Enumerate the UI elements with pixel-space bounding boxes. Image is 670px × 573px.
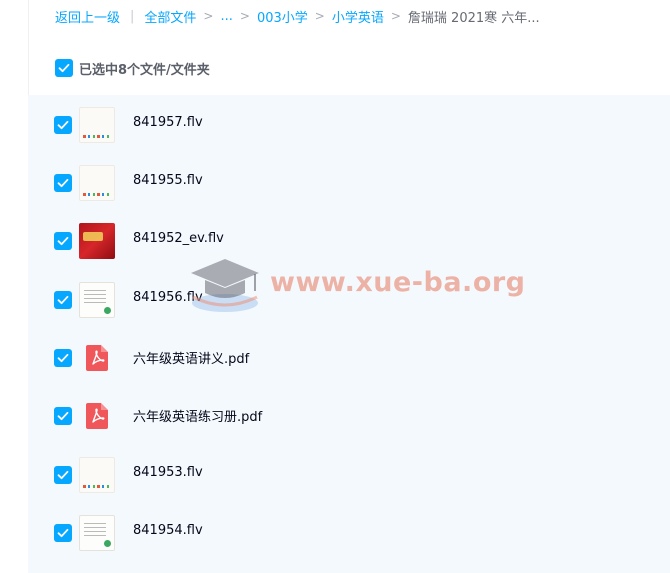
chevron-right-icon: >: [203, 9, 214, 23]
file-checkbox[interactable]: [54, 524, 72, 542]
file-row[interactable]: 841954.flv: [28, 504, 670, 562]
chevron-right-icon: >: [314, 9, 325, 23]
left-rail: [0, 0, 29, 573]
check-icon: [57, 528, 69, 538]
video-thumbnail[interactable]: [79, 223, 115, 259]
check-icon: [57, 236, 69, 246]
breadcrumb: 返回上一级 | 全部文件 > ... > 003小学 > 小学英语 > 詹瑞瑞 …: [55, 0, 540, 32]
file-row[interactable]: 841953.flv: [28, 446, 670, 504]
file-row[interactable]: 841955.flv: [28, 154, 670, 212]
video-thumbnail[interactable]: [79, 282, 115, 318]
file-name[interactable]: 841957.flv: [133, 115, 203, 130]
chevron-right-icon: >: [239, 9, 250, 23]
file-checkbox[interactable]: [54, 232, 72, 250]
file-list: 841957.flv 841955.flv 841952_ev.flv 841956.…: [28, 95, 670, 573]
file-row[interactable]: 841952_ev.flv: [28, 212, 670, 270]
selection-count-label: 已选中8个文件/文件夹: [79, 62, 210, 78]
file-checkbox[interactable]: [54, 291, 72, 309]
file-checkbox[interactable]: [54, 349, 72, 367]
file-name[interactable]: 六年级英语讲义.pdf: [133, 348, 249, 367]
check-icon: [57, 295, 69, 305]
selection-header: 已选中8个文件/文件夹: [55, 58, 210, 78]
file-checkbox[interactable]: [54, 407, 72, 425]
file-row[interactable]: 六年级英语练习册.pdf: [28, 387, 670, 445]
video-thumbnail[interactable]: [79, 107, 115, 143]
check-icon: [57, 470, 69, 480]
breadcrumb-ellipsis[interactable]: ...: [220, 9, 232, 24]
file-checkbox[interactable]: [54, 174, 72, 192]
file-row[interactable]: 六年级英语讲义.pdf: [28, 329, 670, 387]
file-name[interactable]: 841953.flv: [133, 465, 203, 480]
file-name[interactable]: 841955.flv: [133, 173, 203, 188]
check-icon: [57, 353, 69, 363]
video-thumbnail[interactable]: [79, 515, 115, 551]
file-name[interactable]: 六年级英语练习册.pdf: [133, 406, 262, 425]
video-thumbnail[interactable]: [79, 165, 115, 201]
breadcrumb-folder-003[interactable]: 003小学: [257, 7, 308, 26]
chevron-right-icon: >: [390, 9, 401, 23]
file-name[interactable]: 841954.flv: [133, 523, 203, 538]
check-icon: [57, 411, 69, 421]
breadcrumb-current: 詹瑞瑞 2021寒 六年...: [407, 10, 540, 26]
check-icon: [58, 63, 70, 73]
back-link[interactable]: 返回上一级: [55, 7, 120, 26]
breadcrumb-folder-english[interactable]: 小学英语: [332, 7, 384, 26]
file-name[interactable]: 841952_ev.flv: [133, 231, 224, 246]
breadcrumb-all-files[interactable]: 全部文件: [144, 7, 196, 26]
file-checkbox[interactable]: [54, 116, 72, 134]
select-all-checkbox[interactable]: [55, 59, 73, 77]
file-checkbox[interactable]: [54, 466, 72, 484]
video-thumbnail[interactable]: [79, 457, 115, 493]
breadcrumb-divider: |: [130, 8, 135, 24]
file-row[interactable]: 841956.flv: [28, 271, 670, 329]
file-browser-page: 返回上一级 | 全部文件 > ... > 003小学 > 小学英语 > 詹瑞瑞 …: [0, 0, 670, 573]
pdf-file-icon: [86, 403, 108, 429]
check-icon: [57, 178, 69, 188]
pdf-file-icon: [86, 345, 108, 371]
file-name[interactable]: 841956.flv: [133, 290, 203, 305]
file-row[interactable]: 841957.flv: [28, 96, 670, 154]
check-icon: [57, 120, 69, 130]
